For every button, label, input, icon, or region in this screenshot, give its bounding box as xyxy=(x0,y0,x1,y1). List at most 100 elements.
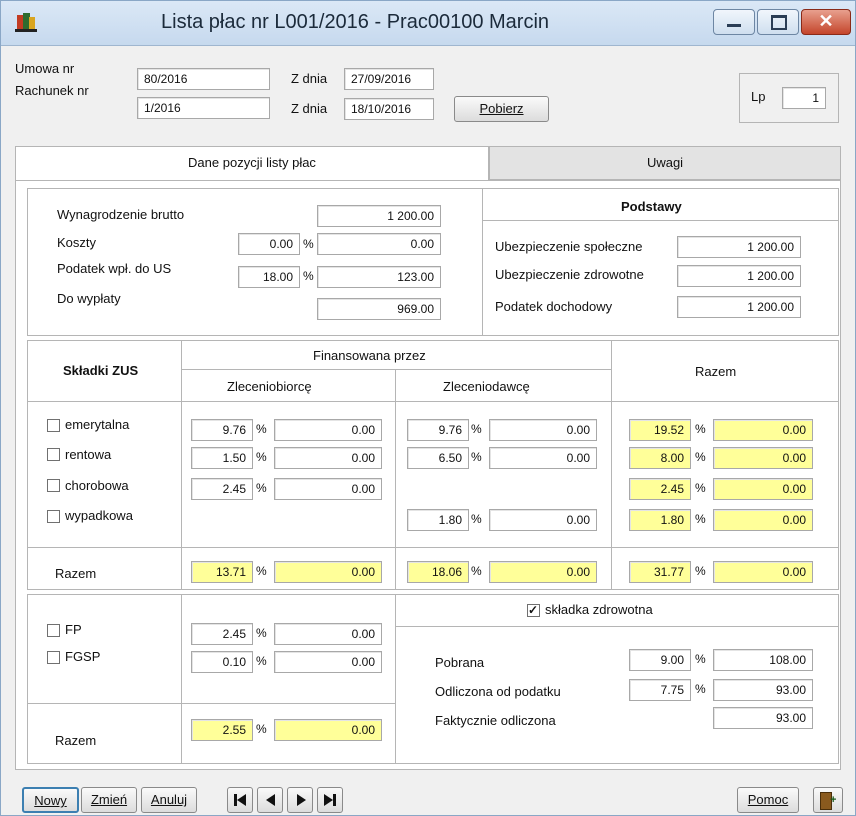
fp-percent[interactable]: 2.45 xyxy=(191,623,253,645)
umowa-date-label: Z dnia xyxy=(291,71,328,86)
fp-razem-percent[interactable]: 2.55 xyxy=(191,719,253,741)
tab-dane-pozycji[interactable]: Dane pozycji listy płac xyxy=(15,146,489,181)
koszty-field[interactable]: 0.00 xyxy=(317,233,441,255)
divider xyxy=(395,626,839,627)
razem-zb-amount[interactable]: 0.00 xyxy=(274,561,382,583)
rentowa-checkbox[interactable] xyxy=(47,448,60,461)
umowa-date-field[interactable]: 27/09/2016 xyxy=(344,68,434,90)
chorobowa-razem-amount[interactable]: 0.00 xyxy=(713,478,813,500)
koszty-percent-field[interactable]: 0.00 xyxy=(238,233,300,255)
divider xyxy=(27,401,839,402)
emerytalna-label: emerytalna xyxy=(65,417,130,432)
percent-sign: % xyxy=(695,682,706,696)
pobrana-amount[interactable]: 108.00 xyxy=(713,649,813,671)
razem-zd-percent[interactable]: 18.06 xyxy=(407,561,469,583)
wypadkowa-zd-percent[interactable]: 1.80 xyxy=(407,509,469,531)
percent-sign: % xyxy=(256,722,267,736)
divider xyxy=(181,594,182,764)
chorobowa-razem-percent[interactable]: 2.45 xyxy=(629,478,691,500)
fp-razem-amount[interactable]: 0.00 xyxy=(274,719,382,741)
wypadkowa-checkbox[interactable] xyxy=(47,510,60,523)
wypadkowa-label: wypadkowa xyxy=(65,508,133,523)
anuluj-button[interactable]: Anuluj xyxy=(141,787,197,813)
wypadkowa-razem-amount[interactable]: 0.00 xyxy=(713,509,813,531)
zdrowotna-checkbox[interactable]: ✓ xyxy=(527,603,540,617)
pobierz-button[interactable]: Pobierz xyxy=(454,96,549,122)
zdrowotne-field[interactable]: 1 200.00 xyxy=(677,265,801,287)
last-icon-bar xyxy=(333,794,336,806)
divider xyxy=(395,594,396,764)
odliczona-amount[interactable]: 93.00 xyxy=(713,679,813,701)
zleceniobiorce-header: Zleceniobiorcę xyxy=(227,379,312,394)
first-record-button[interactable] xyxy=(227,787,253,813)
podatek-field[interactable]: 123.00 xyxy=(317,266,441,288)
emerytalna-zb-amount[interactable]: 0.00 xyxy=(274,419,382,441)
percent-sign: % xyxy=(695,422,706,436)
emerytalna-zb-percent[interactable]: 9.76 xyxy=(191,419,253,441)
prev-record-button[interactable] xyxy=(257,787,283,813)
exit-arrow-icon: + xyxy=(830,794,837,806)
emerytalna-razem-percent[interactable]: 19.52 xyxy=(629,419,691,441)
rentowa-razem-amount[interactable]: 0.00 xyxy=(713,447,813,469)
percent-sign: % xyxy=(471,422,482,436)
wynagrodzenie-field[interactable]: 1 200.00 xyxy=(317,205,441,227)
umowa-number-field[interactable]: 80/2016 xyxy=(137,68,270,90)
podatek-percent-field[interactable]: 18.00 xyxy=(238,266,300,288)
chorobowa-zb-amount[interactable]: 0.00 xyxy=(274,478,382,500)
prev-icon xyxy=(266,794,275,806)
fp-checkbox[interactable] xyxy=(47,624,60,637)
zdrowotna-label: składka zdrowotna xyxy=(545,602,653,617)
last-record-button[interactable] xyxy=(317,787,343,813)
emerytalna-zd-percent[interactable]: 9.76 xyxy=(407,419,469,441)
app-icon xyxy=(15,11,37,33)
fgsp-amount[interactable]: 0.00 xyxy=(274,651,382,673)
odliczona-percent[interactable]: 7.75 xyxy=(629,679,691,701)
next-record-button[interactable] xyxy=(287,787,313,813)
divider xyxy=(611,340,612,590)
rentowa-zd-percent[interactable]: 6.50 xyxy=(407,447,469,469)
fgsp-checkbox[interactable] xyxy=(47,651,60,664)
tab-uwagi[interactable]: Uwagi xyxy=(489,146,841,180)
rentowa-zd-amount[interactable]: 0.00 xyxy=(489,447,597,469)
razem-zb-percent[interactable]: 13.71 xyxy=(191,561,253,583)
fgsp-percent[interactable]: 0.10 xyxy=(191,651,253,673)
pobrana-percent[interactable]: 9.00 xyxy=(629,649,691,671)
emerytalna-razem-amount[interactable]: 0.00 xyxy=(713,419,813,441)
faktycznie-amount[interactable]: 93.00 xyxy=(713,707,813,729)
fp-amount[interactable]: 0.00 xyxy=(274,623,382,645)
dochodowy-field[interactable]: 1 200.00 xyxy=(677,296,801,318)
zleceniodawce-header: Zleceniodawcę xyxy=(443,379,530,394)
rachunek-date-field[interactable]: 18/10/2016 xyxy=(344,98,434,120)
pomoc-button[interactable]: Pomoc xyxy=(737,787,799,813)
chorobowa-zb-percent[interactable]: 2.45 xyxy=(191,478,253,500)
razem-zd-amount[interactable]: 0.00 xyxy=(489,561,597,583)
rachunek-date-label: Z dnia xyxy=(291,101,328,116)
razem-total-percent[interactable]: 31.77 xyxy=(629,561,691,583)
emerytalna-zd-amount[interactable]: 0.00 xyxy=(489,419,597,441)
wypadkowa-razem-percent[interactable]: 1.80 xyxy=(629,509,691,531)
razem-total-amount[interactable]: 0.00 xyxy=(713,561,813,583)
exit-button[interactable]: + xyxy=(813,787,843,813)
percent-sign: % xyxy=(471,450,482,464)
rentowa-zb-amount[interactable]: 0.00 xyxy=(274,447,382,469)
rachunek-number-field[interactable]: 1/2016 xyxy=(137,97,270,119)
dowyplaty-field[interactable]: 969.00 xyxy=(317,298,441,320)
wypadkowa-zd-amount[interactable]: 0.00 xyxy=(489,509,597,531)
razem-header: Razem xyxy=(695,364,737,379)
close-button[interactable]: ✕ xyxy=(801,9,851,35)
checkmark-icon: ✓ xyxy=(528,603,539,617)
divider xyxy=(27,547,839,548)
percent-sign: % xyxy=(256,654,267,668)
minimize-button[interactable] xyxy=(713,9,755,35)
rentowa-zb-percent[interactable]: 1.50 xyxy=(191,447,253,469)
chorobowa-label: chorobowa xyxy=(65,478,129,493)
emerytalna-checkbox[interactable] xyxy=(47,419,60,432)
maximize-button[interactable] xyxy=(757,9,799,35)
rentowa-razem-percent[interactable]: 8.00 xyxy=(629,447,691,469)
chorobowa-checkbox[interactable] xyxy=(47,479,60,492)
fp-label: FP xyxy=(65,622,82,637)
zmien-button[interactable]: Zmień xyxy=(81,787,137,813)
nowy-button[interactable]: Nowy xyxy=(22,787,79,813)
lp-field[interactable]: 1 xyxy=(782,87,826,109)
spoleczne-field[interactable]: 1 200.00 xyxy=(677,236,801,258)
